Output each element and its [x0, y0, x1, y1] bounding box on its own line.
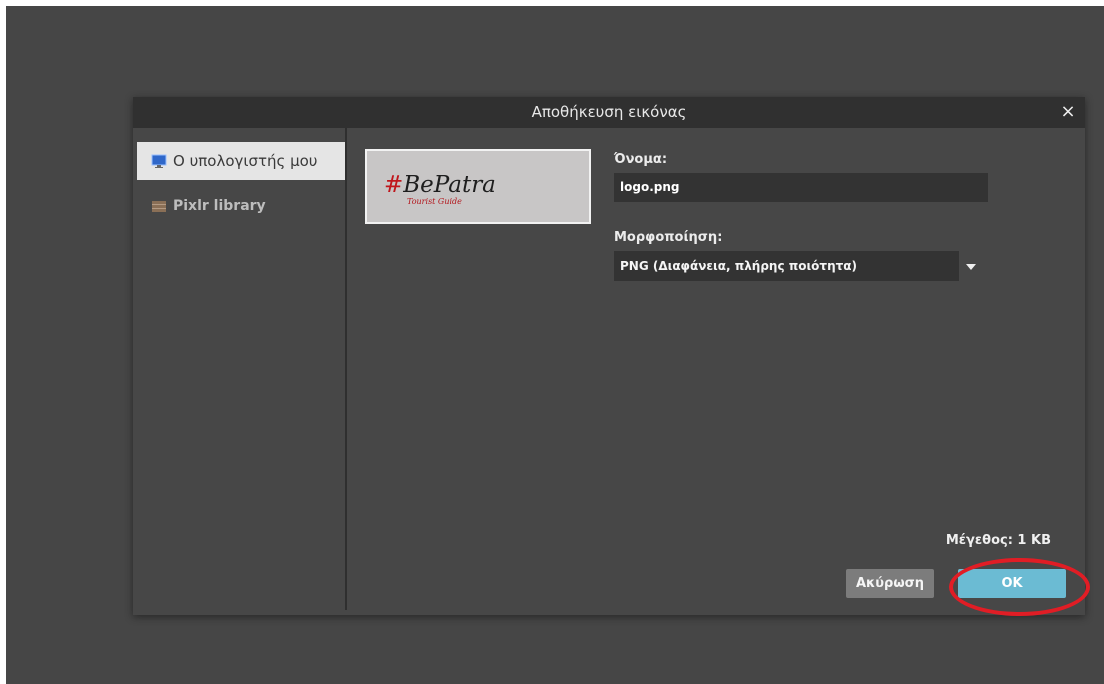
save-location-sidebar: Ο υπολογιστής μου Pixlr library [133, 128, 345, 610]
format-label: Μορφοποίηση: [614, 230, 723, 245]
panel-divider [345, 128, 347, 610]
name-label: Όνομα: [614, 152, 668, 167]
monitor-icon [151, 153, 167, 169]
preview-logo-title: #BePatra [384, 172, 496, 198]
library-icon [151, 198, 167, 214]
dialog-titlebar: Αποθήκευση εικόνας × [133, 97, 1085, 128]
sidebar-item-label: Ο υπολογιστής μου [173, 152, 318, 170]
file-size-label: Μέγεθος: 1 KB [945, 533, 1051, 548]
sidebar-item-label: Pixlr library [173, 198, 266, 214]
save-image-dialog: Αποθήκευση εικόνας × Ο υπολογιστής μου P… [133, 97, 1085, 615]
ok-button[interactable]: OK [958, 569, 1066, 598]
close-button[interactable]: × [1057, 100, 1079, 124]
format-dropdown[interactable]: PNG (Διαφάνεια, πλήρης ποιότητα) [614, 251, 959, 281]
dropdown-arrow-icon[interactable] [966, 264, 976, 270]
filename-field[interactable]: logo.png [614, 173, 988, 202]
close-icon: × [1060, 101, 1076, 122]
sidebar-item-my-computer[interactable]: Ο υπολογιστής μου [137, 142, 345, 180]
cancel-button[interactable]: Ακύρωση [846, 569, 934, 598]
sidebar-item-pixlr-library[interactable]: Pixlr library [137, 187, 345, 225]
image-preview: #BePatra Tourist Guide [365, 149, 591, 224]
dialog-title: Αποθήκευση εικόνας [531, 103, 687, 121]
preview-logo-subtitle: Tourist Guide [407, 197, 462, 206]
